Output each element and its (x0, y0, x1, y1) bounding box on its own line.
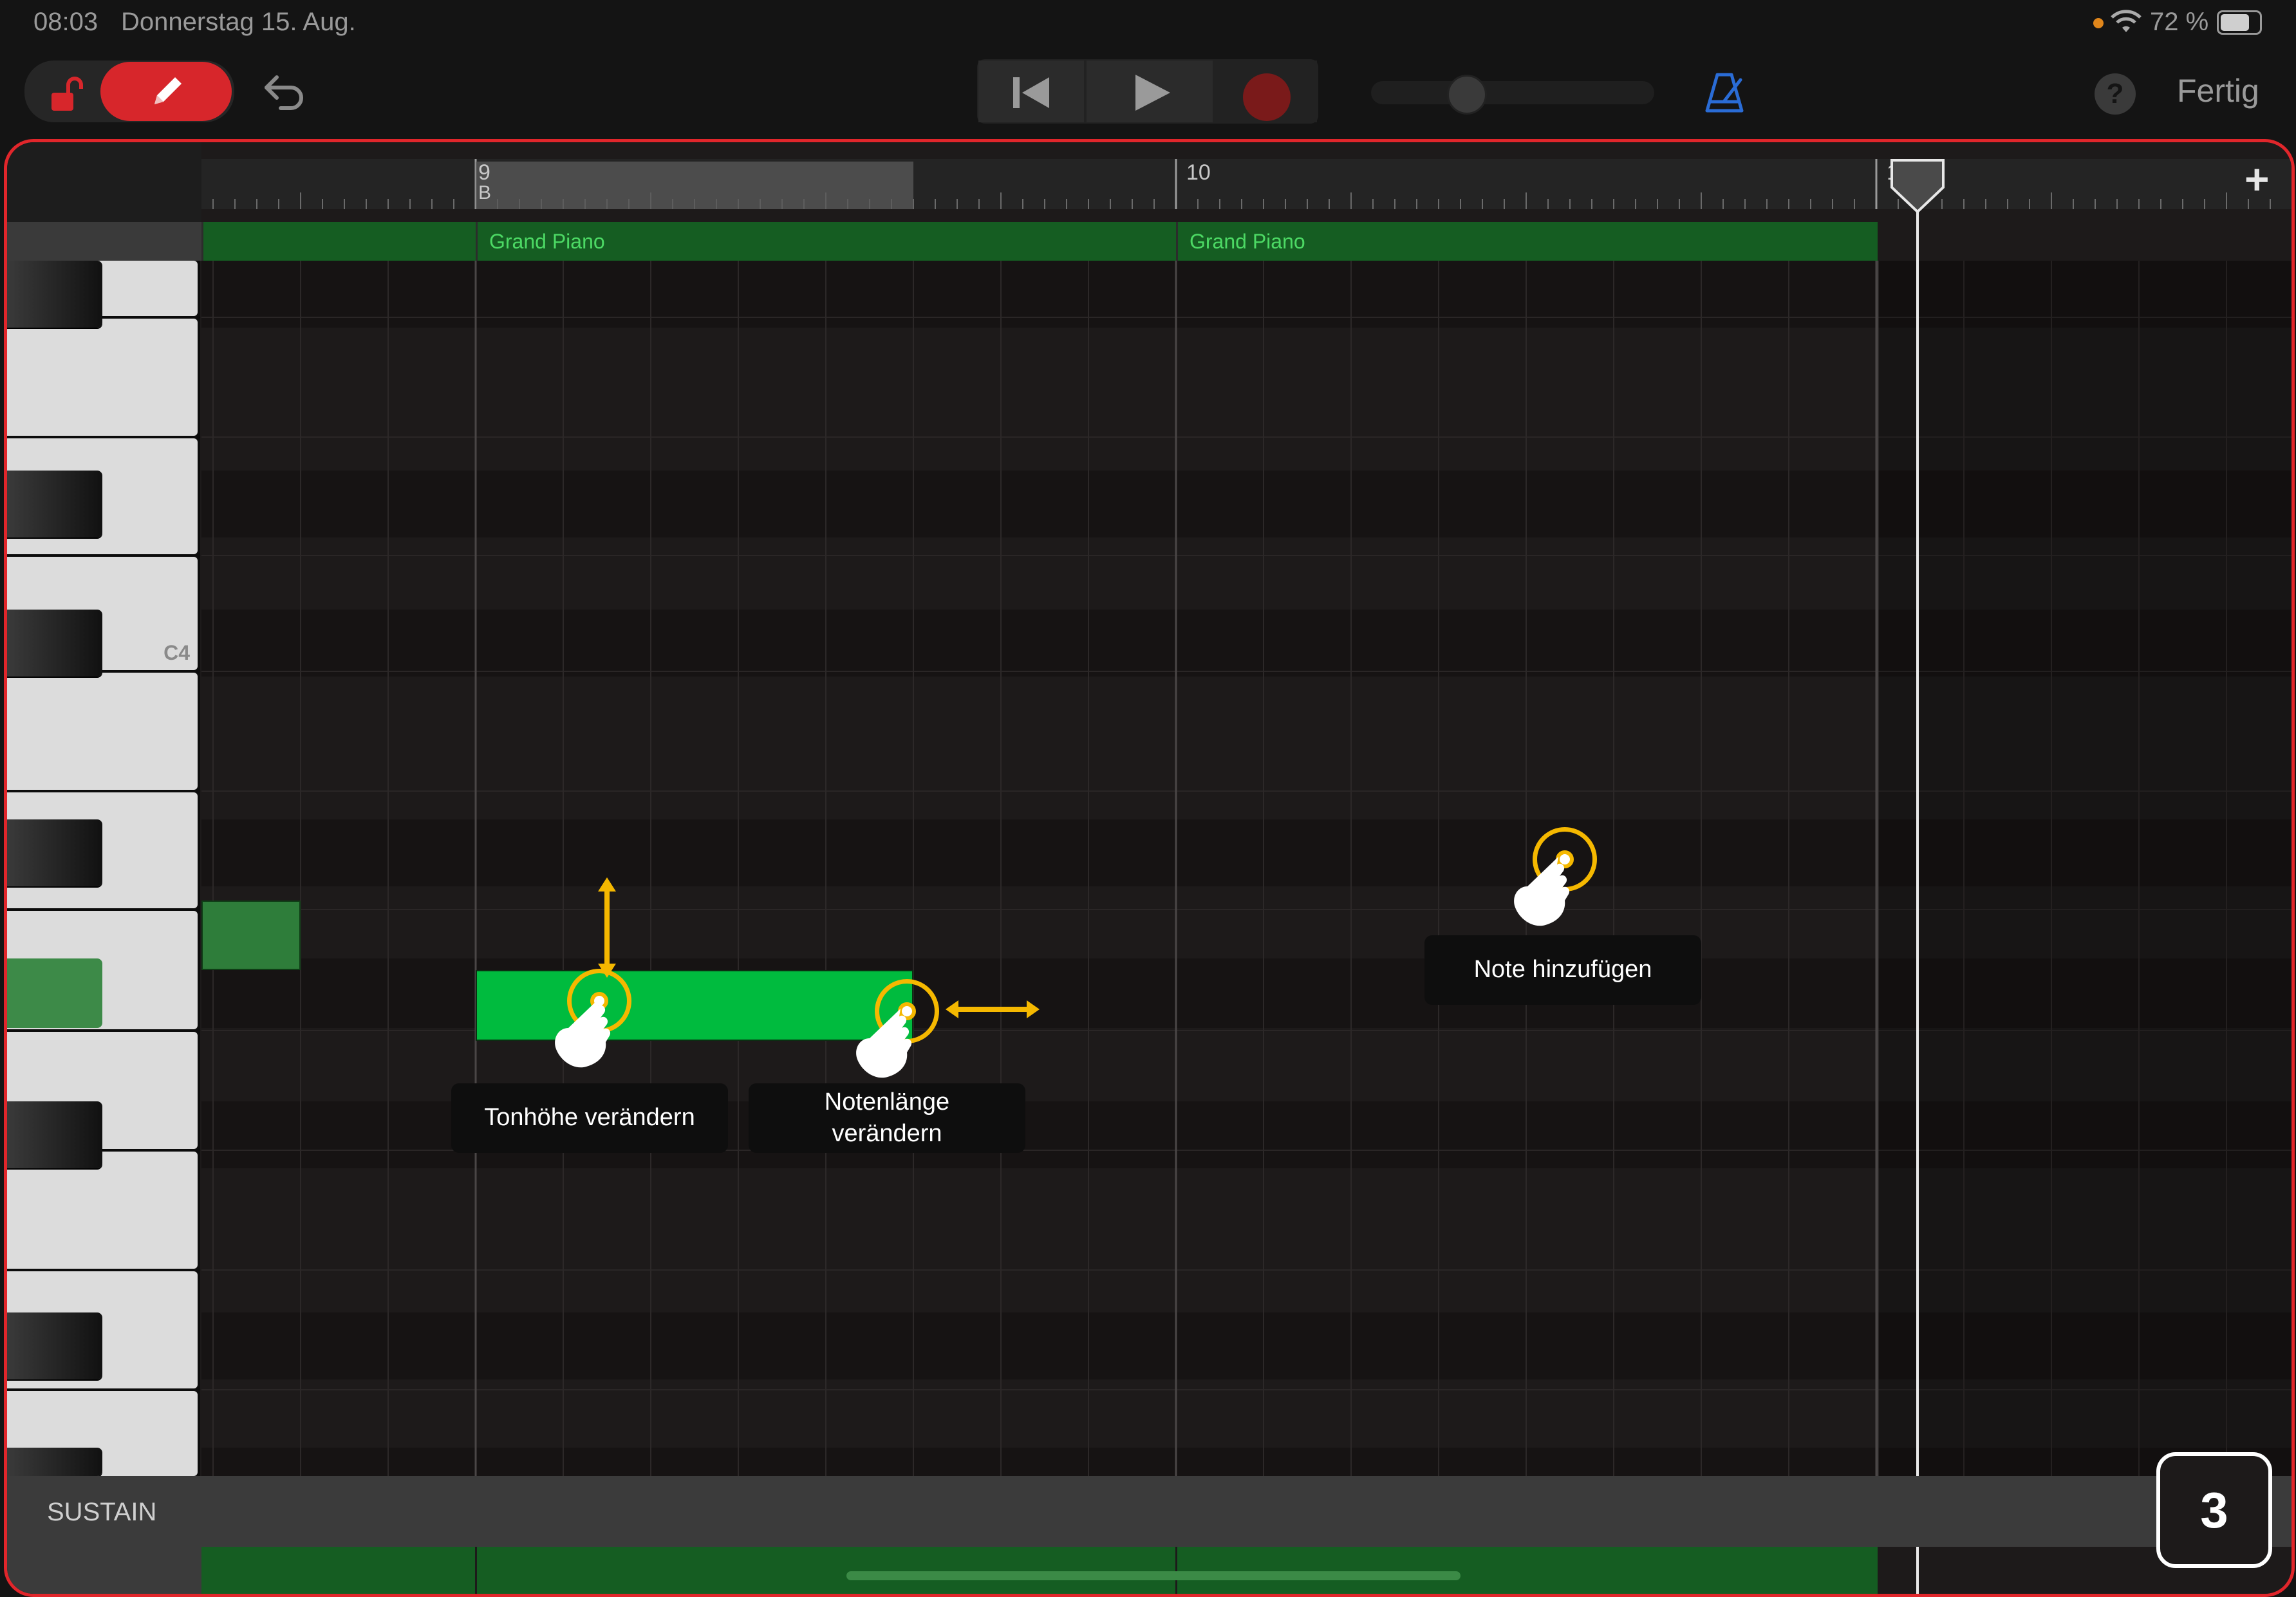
tip-change-pitch: Tonhöhe verändern (451, 1083, 728, 1153)
black-key[interactable] (7, 1312, 102, 1379)
white-key[interactable] (7, 1152, 198, 1269)
cycle-region[interactable] (476, 162, 913, 209)
pencil-icon (154, 77, 182, 104)
black-key[interactable] (7, 819, 102, 886)
playhead-handle-icon[interactable] (1889, 159, 1946, 213)
black-key-active[interactable] (7, 958, 102, 1028)
black-key[interactable] (7, 261, 102, 328)
done-button[interactable]: Fertig (2177, 72, 2259, 109)
question-icon: ? (2106, 78, 2124, 109)
black-key[interactable] (7, 471, 102, 537)
c4-label: C4 (163, 641, 190, 664)
hand-pointer-icon (1514, 857, 1570, 926)
undo-icon[interactable] (260, 72, 312, 113)
keyboard-header (7, 222, 201, 261)
white-key[interactable] (7, 673, 198, 790)
region-label: Grand Piano (489, 230, 605, 253)
battery-icon (2217, 10, 2262, 35)
bottom-region-strip[interactable] (1177, 1547, 1878, 1594)
bottom-region-strip[interactable] (201, 1547, 475, 1594)
black-key[interactable] (7, 1101, 102, 1168)
bar-9-marker: B (478, 182, 492, 203)
tip-change-pitch-text: Tonhöhe verändern (484, 1104, 695, 1132)
piano-roll-editor: 9 B 10 11 + Grand Piano Grand Piano C4 (4, 139, 2295, 1597)
sustain-bar[interactable]: SUSTAIN (7, 1476, 2291, 1547)
pencil-edit-button[interactable] (100, 62, 232, 121)
black-key[interactable] (7, 1448, 102, 1476)
metronome-icon[interactable] (1702, 70, 1748, 116)
white-key[interactable] (7, 319, 198, 436)
tip-change-note-length-line2: verändern (832, 1120, 942, 1147)
wifi-icon (2111, 10, 2142, 32)
play-button[interactable] (1087, 61, 1213, 122)
tip-add-note-text: Note hinzufügen (1473, 956, 1652, 984)
bottom-corner (7, 1547, 201, 1594)
go-to-start-button[interactable] (978, 61, 1084, 122)
status-bar: 08:03 Donnerstag 15. Aug. 72 % (0, 0, 2296, 51)
skip-back-icon (1013, 77, 1049, 108)
sustain-label: SUSTAIN (47, 1498, 157, 1526)
ruler[interactable]: 9 B 10 11 (201, 159, 2291, 209)
recording-indicator-dot (2093, 18, 2104, 28)
status-date: Donnerstag 15. Aug. (121, 8, 356, 36)
volume-slider[interactable] (1371, 81, 1654, 104)
unlock-icon[interactable] (48, 75, 84, 113)
play-icon (1135, 75, 1170, 111)
note-previous[interactable] (201, 901, 301, 970)
step-number-badge: 3 (2156, 1452, 2272, 1568)
bar-10-label: 10 (1186, 160, 1211, 185)
status-time: 08:03 (33, 8, 98, 36)
bottom-region-strip[interactable] (477, 1547, 1175, 1594)
tip-change-note-length: Notenlänge verändern (749, 1083, 1025, 1153)
hand-pointer-icon (555, 998, 611, 1068)
vertical-arrow-icon (598, 877, 616, 978)
horizontal-arrow-icon (946, 1000, 1040, 1018)
record-icon (1243, 73, 1291, 121)
toolbar: ? Fertig (0, 51, 2296, 139)
region-header-empty (1878, 222, 2291, 261)
region-header-grand-piano-2[interactable]: Grand Piano (1176, 222, 1880, 261)
tip-change-note-length-line1: Notenlänge (824, 1088, 950, 1116)
hand-pointer-icon (856, 1009, 912, 1078)
battery-percent: 72 % (2150, 8, 2209, 36)
editor-corner (7, 142, 201, 222)
volume-slider-thumb[interactable] (1447, 75, 1487, 115)
black-key[interactable] (7, 610, 102, 677)
region-label: Grand Piano (1190, 230, 1305, 253)
playhead-line[interactable] (1916, 159, 1919, 1594)
add-section-button[interactable]: + (2245, 158, 2270, 200)
region-header-previous[interactable] (201, 222, 477, 261)
scroll-indicator[interactable] (846, 1571, 1461, 1580)
help-button[interactable]: ? (2095, 73, 2136, 115)
piano-keyboard[interactable]: C4 (7, 261, 200, 1476)
area-after-region (1878, 261, 2291, 1476)
tip-add-note: Note hinzufügen (1424, 935, 1701, 1005)
record-button[interactable] (1215, 61, 1317, 122)
region-header-grand-piano-1[interactable]: Grand Piano (476, 222, 1178, 261)
